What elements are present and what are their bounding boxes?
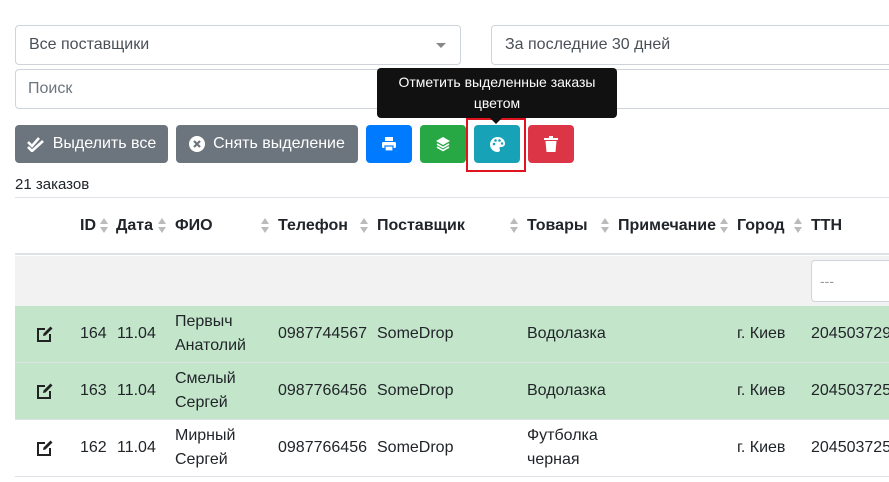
header-phone[interactable]: Телефон [278,217,348,235]
cell-supplier: SomeDrop [377,382,454,399]
cell-date: 11.04 [117,439,156,456]
sort-icon[interactable] [510,218,518,234]
cell-city: г. Киев [737,439,786,456]
cell-date: 11.04 [117,325,156,342]
layers-icon [435,136,451,152]
sort-icon[interactable] [720,218,728,234]
cell-phone: 0987766456 [278,439,367,456]
check-double-icon [26,136,45,152]
times-circle-icon [189,136,206,152]
trash-icon [544,136,558,152]
cell-goods-line1: Футболка [527,427,598,444]
cell-city: г. Киев [737,382,786,399]
header-goods[interactable]: Товары [527,217,588,235]
edit-icon[interactable] [36,382,54,400]
sort-icon[interactable] [360,218,368,234]
header-id[interactable]: ID [80,217,96,235]
cell-ttn: 204503725 [811,382,889,399]
sort-icon[interactable] [601,218,609,234]
print-icon [381,136,397,152]
header-ttn[interactable]: ТТН [811,217,842,235]
edit-icon[interactable] [36,325,54,343]
cell-id: 163 [80,382,107,399]
cell-goods-line1: Водолазка [527,382,606,399]
chevron-down-icon [436,43,446,48]
cell-name-line1: Мирный [175,427,236,444]
tooltip-line-2: цветом [473,95,521,111]
header-name[interactable]: ФИО [175,217,213,235]
tooltip-line-1: Отметить выделенные заказы [398,74,596,90]
header-note[interactable]: Примечание [618,217,716,235]
cell-city: г. Киев [737,325,786,342]
sort-icon[interactable] [100,218,108,234]
select-all-button[interactable]: Выделить все [15,125,168,163]
orders-count: 21 заказов [15,176,90,193]
cell-goods-line2: черная [527,451,580,468]
cell-supplier: SomeDrop [377,439,454,456]
cell-id: 162 [80,439,107,456]
cell-name-line2: Сергей [175,451,228,468]
period-select[interactable]: За последние 30 дней [491,25,889,65]
header-supplier[interactable]: Поставщик [377,217,465,235]
cell-date: 11.04 [117,382,156,399]
cell-name-line2: Сергей [175,394,228,411]
ttn-filter-placeholder: --- [820,273,834,289]
deselect-button[interactable]: Снять выделение [176,125,358,163]
print-button[interactable] [366,125,412,163]
edit-icon[interactable] [36,439,54,457]
cell-ttn: 204503729 [811,325,889,342]
cell-goods-line1: Водолазка [527,325,606,342]
sort-icon[interactable] [158,218,166,234]
cell-phone: 0987766456 [278,382,367,399]
sort-icon[interactable] [794,218,802,234]
select-all-label: Выделить все [52,135,157,152]
header-city[interactable]: Город [737,217,785,235]
cell-name-line1: Первыч [175,313,233,330]
tooltip-arrow [490,118,502,124]
cell-ttn: 204503725 [811,439,889,456]
deselect-label: Снять выделение [213,135,345,152]
supplier-select[interactable]: Все поставщики [15,25,461,65]
highlight-frame [466,118,526,172]
supplier-select-value: Все поставщики [29,36,150,53]
header-date[interactable]: Дата [116,217,153,235]
cell-supplier: SomeDrop [377,325,454,342]
search-placeholder: Поиск [28,80,73,97]
color-mark-tooltip: Отметить выделенные заказы цветом [377,68,617,118]
cell-id: 164 [80,325,107,342]
period-select-value: За последние 30 дней [505,36,671,53]
delete-button[interactable] [528,125,574,163]
column-filter-row [15,256,889,306]
cell-name-line1: Смелый [175,370,236,387]
ttn-filter-input[interactable]: --- [811,260,889,302]
cell-name-line2: Анатолий [175,337,246,354]
cell-phone: 0987744567 [278,325,367,342]
layers-button[interactable] [420,125,466,163]
sort-icon[interactable] [261,218,269,234]
